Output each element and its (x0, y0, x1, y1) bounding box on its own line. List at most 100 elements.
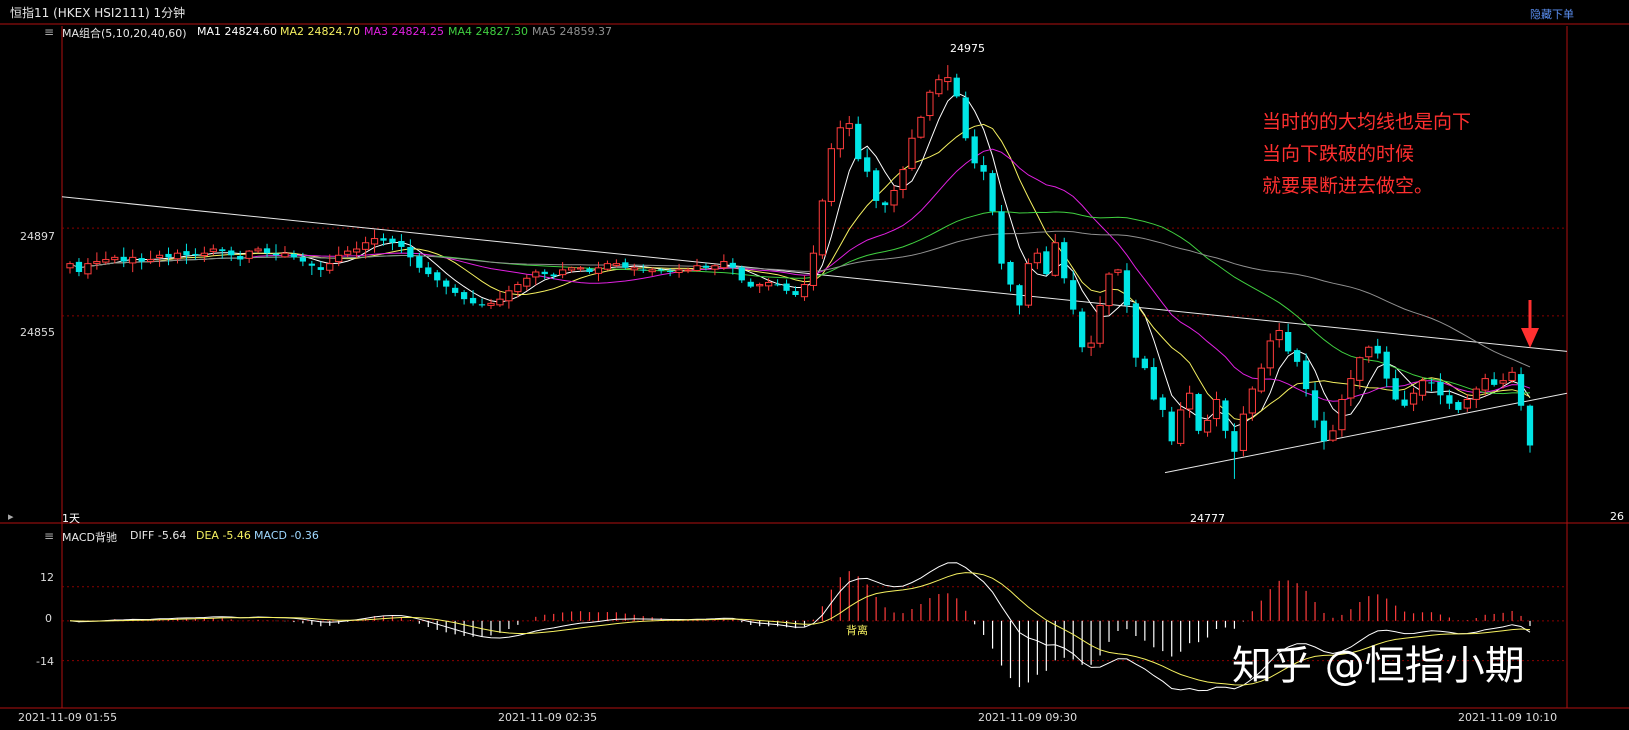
candle-body (774, 284, 781, 286)
macd-menu-icon[interactable]: ≡ (44, 529, 54, 543)
candlestick (496, 290, 504, 307)
candle-body (1293, 350, 1301, 362)
candle-body (505, 290, 513, 302)
candle-body (917, 116, 925, 138)
candle-body (971, 136, 978, 164)
candle-body (1275, 330, 1283, 341)
candlestick (944, 65, 952, 91)
candlestick (612, 259, 621, 268)
candle-body (165, 253, 172, 258)
macd-y-tick-12: 12 (40, 571, 54, 584)
candlestick (1123, 263, 1131, 313)
candle-body (675, 269, 683, 273)
candlestick (998, 204, 1005, 270)
candle-body (1329, 430, 1337, 441)
candlestick (648, 267, 656, 276)
candle-body (1356, 357, 1364, 381)
candlestick (523, 274, 531, 291)
high-price-label: 24975 (950, 42, 985, 55)
candlestick (1508, 367, 1516, 384)
candlestick (738, 265, 745, 283)
candle-body (1105, 273, 1113, 307)
candlestick (729, 258, 736, 275)
candle-body (308, 263, 315, 266)
candlestick (434, 270, 441, 288)
candlestick (290, 250, 298, 260)
candle-body (1222, 400, 1229, 431)
candle-body (398, 240, 405, 247)
candlestick (1311, 382, 1319, 428)
candlestick (603, 260, 612, 271)
candle-body (576, 267, 585, 270)
candlestick (809, 245, 818, 291)
candle-body (173, 252, 182, 260)
candle-body (800, 284, 809, 298)
candle-body (416, 256, 423, 268)
candlestick (1526, 404, 1534, 453)
candlestick (971, 129, 978, 169)
expand-arrow-icon[interactable]: ▸ (8, 510, 14, 523)
candlestick (1266, 333, 1274, 376)
candle-body (864, 157, 871, 172)
candle-body (1508, 371, 1516, 381)
candle-body (836, 127, 844, 150)
annotation-line-3: 就要果断进去做空。 (1262, 175, 1434, 197)
candlestick (1141, 355, 1148, 371)
macd-name-label: MACD背驰 (62, 531, 117, 544)
candle-body (1418, 380, 1427, 396)
candle-body (344, 250, 352, 255)
candle-body (1347, 378, 1355, 399)
main-menu-icon[interactable]: ≡ (44, 25, 54, 39)
candle-body (469, 297, 477, 304)
candle-body (1302, 360, 1310, 390)
candle-body (1079, 311, 1086, 348)
macd-diff-label: DIFF -5.64 (130, 529, 187, 542)
candlestick (1231, 423, 1238, 479)
candle-body (1338, 398, 1346, 431)
candle-body (720, 261, 728, 269)
candle-body (111, 256, 119, 261)
candle-body (200, 252, 208, 257)
right-count-label: 26 (1610, 510, 1624, 523)
candle-body (1016, 285, 1023, 306)
candle-body (953, 77, 960, 97)
candle-body (407, 247, 414, 258)
candle-body (452, 287, 459, 293)
candlestick (1329, 424, 1337, 442)
candle-body (1096, 304, 1104, 344)
candle-body (496, 298, 504, 306)
candle-body (1374, 345, 1381, 354)
candle-body (443, 280, 450, 287)
candlestick (263, 243, 271, 257)
candle-body (317, 267, 324, 270)
candlestick (1374, 338, 1381, 359)
candle-body (1383, 351, 1390, 379)
candle-body (1132, 303, 1140, 358)
candle-body (702, 265, 710, 268)
candlestick (1392, 369, 1399, 401)
candlestick (102, 251, 110, 265)
candlestick (1517, 367, 1525, 411)
candle-body (281, 252, 289, 258)
annotation-line-1: 当时的的大均线也是向下 (1262, 111, 1472, 133)
ma4-line (69, 211, 1531, 395)
candlestick (1195, 392, 1202, 435)
candle-body (962, 97, 969, 139)
candlestick (1418, 377, 1427, 401)
candle-body (1285, 332, 1292, 352)
candlestick (800, 275, 809, 301)
candle-body (1061, 242, 1068, 279)
candle-body (237, 256, 244, 260)
candlestick (1347, 369, 1355, 406)
candle-body (881, 202, 889, 206)
candle-body (1311, 390, 1319, 421)
candle-body (434, 272, 441, 281)
candlestick (935, 74, 943, 97)
candlestick (693, 258, 701, 272)
candle-body (792, 291, 799, 295)
candle-body (1212, 398, 1221, 420)
candle-body (1177, 409, 1185, 444)
candlestick (980, 156, 987, 181)
candlestick (873, 168, 880, 209)
candlestick (75, 258, 83, 277)
